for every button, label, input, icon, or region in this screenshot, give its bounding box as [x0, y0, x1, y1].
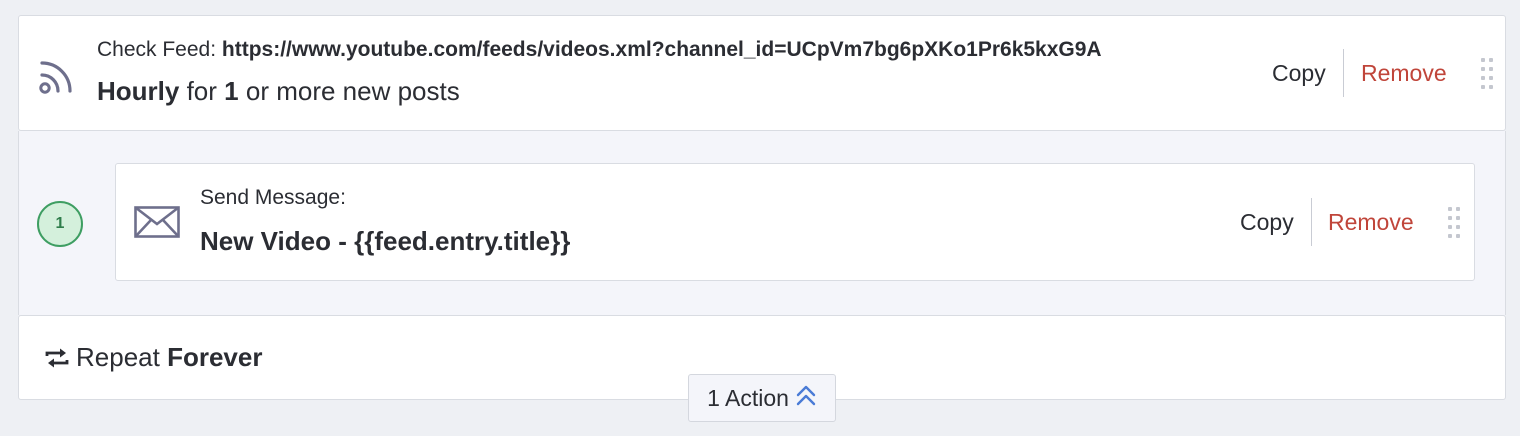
repeat-line: Repeat Forever	[76, 342, 262, 373]
action-card[interactable]: Send Message: New Video - {{feed.entry.t…	[115, 163, 1475, 281]
trigger-remove-button[interactable]: Remove	[1361, 60, 1447, 87]
trigger-card[interactable]: Check Feed: https://www.youtube.com/feed…	[18, 15, 1506, 131]
actions-collapse-toggle[interactable]: 1 Action	[688, 374, 836, 422]
action-step-number: 1	[37, 201, 83, 247]
envelope-icon	[134, 206, 180, 243]
actions-container: 1 Send Message: New Video - {{feed.entry…	[18, 131, 1506, 315]
trigger-schedule-line: Hourly for 1 or more new posts	[97, 76, 460, 107]
action-label: Send Message:	[200, 186, 346, 209]
trigger-label: Check Feed:	[97, 38, 217, 61]
trigger-feed-line: Check Feed: https://www.youtube.com/feed…	[97, 38, 1102, 62]
trigger-copy-button[interactable]: Copy	[1272, 60, 1326, 87]
action-drag-handle[interactable]	[1448, 207, 1460, 238]
trigger-for-text: for	[186, 76, 217, 106]
action-remove-button[interactable]: Remove	[1328, 209, 1414, 236]
trigger-drag-handle[interactable]	[1481, 58, 1493, 89]
action-button-divider	[1311, 198, 1312, 246]
repeat-label: Repeat	[76, 342, 160, 372]
repeat-icon	[45, 347, 69, 374]
action-copy-button[interactable]: Copy	[1240, 209, 1294, 236]
repeat-value: Forever	[167, 342, 263, 372]
rss-feed-icon	[39, 56, 77, 99]
actions-count-label: 1 Action	[707, 384, 789, 411]
action-message-value: New Video - {{feed.entry.title}}	[200, 226, 571, 256]
trigger-frequency: Hourly	[97, 76, 180, 106]
trigger-button-divider	[1343, 49, 1344, 97]
feed-url: https://www.youtube.com/feeds/videos.xml…	[221, 38, 1102, 61]
trigger-suffix: or more new posts	[245, 76, 460, 106]
chevron-double-up-icon	[795, 383, 817, 413]
trigger-count: 1	[224, 76, 239, 106]
